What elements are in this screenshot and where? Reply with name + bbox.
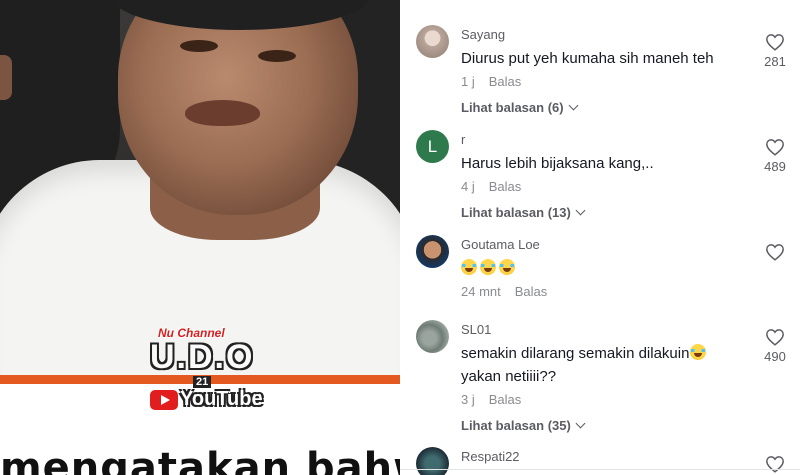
chevron-down-icon (568, 100, 579, 111)
heart-outline-icon (766, 329, 784, 346)
like-count: 489 (764, 159, 786, 174)
comment-time: 4 j (461, 179, 475, 194)
comment-text-line2: yakan netiiii?? (461, 368, 557, 385)
heart-outline-icon (766, 34, 784, 51)
view-replies-label: Lihat balasan (6) (461, 100, 564, 115)
like-count: 490 (764, 349, 786, 364)
heart-outline-icon (766, 456, 784, 473)
video-preview[interactable]: mengatakan bahwa mas Nu Channel U.D.O 21… (0, 0, 400, 475)
reply-button[interactable]: Balas (489, 74, 522, 89)
comment-emojis (461, 258, 518, 280)
reply-button[interactable]: Balas (489, 179, 522, 194)
person-eye-right (258, 50, 296, 62)
laughing-tears-emoji (499, 259, 515, 275)
comment-time: 1 j (461, 74, 475, 89)
view-replies-button[interactable]: Lihat balasan (13) (461, 205, 586, 220)
like-button[interactable] (762, 243, 788, 261)
youtube-icon (150, 390, 178, 410)
comment-username[interactable]: r (461, 132, 465, 147)
reply-button[interactable]: Balas (515, 284, 548, 299)
comment-meta: 24 mnt Balas (461, 284, 547, 299)
comment-username[interactable]: Respati22 (461, 449, 520, 464)
like-count: 281 (764, 54, 786, 69)
comment-meta: 4 j Balas (461, 179, 521, 194)
person-eye-left (180, 40, 218, 52)
heart-outline-icon (766, 139, 784, 156)
view-replies-button[interactable]: Lihat balasan (6) (461, 100, 579, 115)
like-button[interactable] (762, 138, 788, 156)
comment-text: Diurus put yeh kumaha sih maneh teh (461, 50, 714, 67)
reply-button[interactable]: Balas (489, 392, 522, 407)
comment-username[interactable]: Goutama Loe (461, 237, 540, 252)
chevron-down-icon (575, 418, 586, 429)
view-replies-label: Lihat balasan (35) (461, 418, 571, 433)
comment-time: 24 mnt (461, 284, 501, 299)
person-mouth (185, 100, 260, 126)
like-button[interactable] (762, 455, 788, 473)
comment-text: Harus lebih bijaksana kang,.. (461, 155, 654, 172)
heart-outline-icon (766, 244, 784, 261)
comment-text-line1: semakin dilarang semakin dilakuin (461, 345, 690, 362)
panel-divider (400, 469, 800, 470)
avatar[interactable] (416, 25, 449, 58)
avatar[interactable] (416, 447, 449, 475)
comment-meta: 3 j Balas (461, 392, 521, 407)
view-replies-button[interactable]: Lihat balasan (35) (461, 418, 586, 433)
channel-logo: Nu Channel U.D.O 21 YouTube (148, 326, 263, 422)
laughing-tears-emoji (480, 259, 496, 275)
avatar[interactable]: L (416, 130, 449, 163)
video-caption: mengatakan bahwa mas (0, 445, 400, 475)
like-button[interactable] (762, 328, 788, 346)
view-replies-label: Lihat balasan (13) (461, 205, 571, 220)
person-hand (0, 55, 12, 100)
logo-youtube-text: YouTube (180, 388, 263, 410)
comment-text: semakin dilarang semakin dilakuin (461, 343, 709, 365)
comment-meta: 1 j Balas (461, 74, 521, 89)
comment-time: 3 j (461, 392, 475, 407)
avatar[interactable] (416, 235, 449, 268)
avatar[interactable] (416, 320, 449, 353)
logo-main-text: U.D.O (150, 338, 255, 376)
comments-panel[interactable]: Sayang Diurus put yeh kumaha sih maneh t… (400, 0, 800, 475)
chevron-down-icon (575, 205, 586, 216)
laughing-tears-emoji (690, 344, 707, 360)
comment-username[interactable]: Sayang (461, 27, 505, 42)
logo-number: 21 (193, 376, 212, 388)
like-button[interactable] (762, 33, 788, 51)
laughing-tears-emoji (461, 259, 477, 275)
comment-username[interactable]: SL01 (461, 322, 491, 337)
